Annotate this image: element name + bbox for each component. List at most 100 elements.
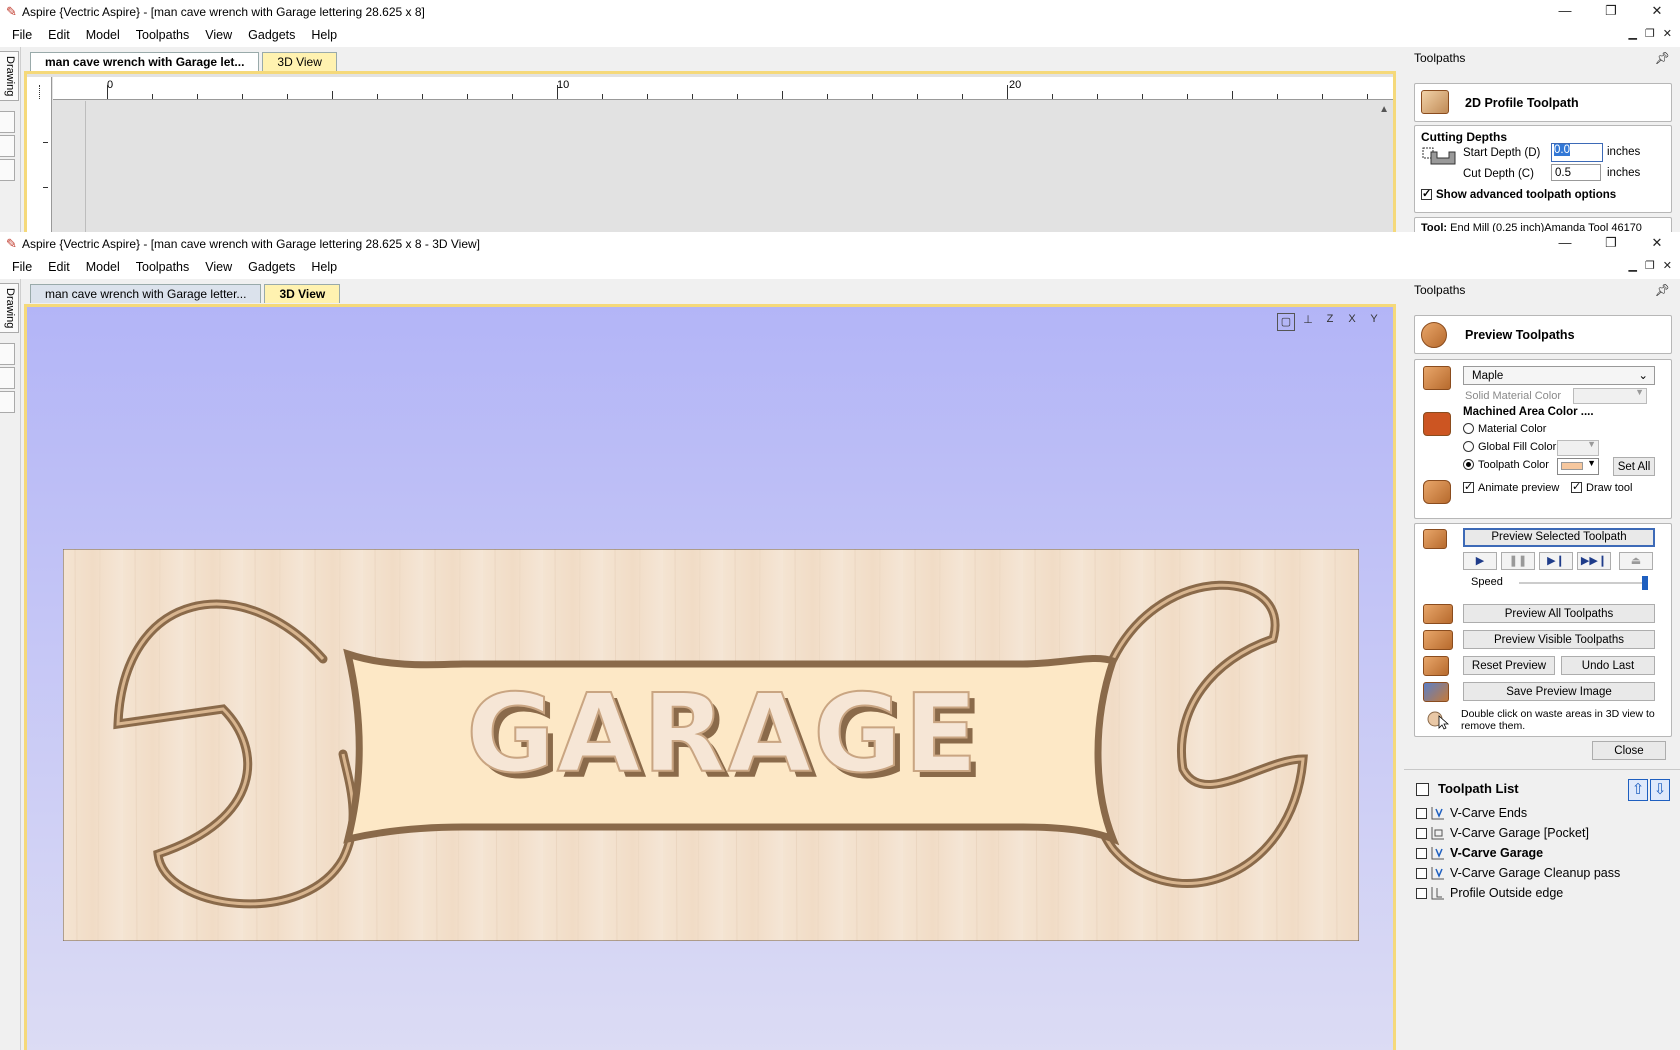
preview-selected-button[interactable]: Preview Selected Toolpath <box>1463 528 1655 547</box>
material-section: Maple ⌄ Solid Material Color ▼ Machined … <box>1414 359 1672 519</box>
checkbox-box[interactable] <box>1421 187 1432 200</box>
menu-file[interactable]: File <box>4 28 40 42</box>
save-preview-image-button[interactable]: Save Preview Image <box>1463 682 1655 701</box>
move-up-icon[interactable]: ⇧ <box>1628 779 1648 801</box>
zoom-fit-icon[interactable]: ▢ <box>1277 313 1295 331</box>
menu-model[interactable]: Model <box>78 260 128 274</box>
undo-last-button[interactable]: Undo Last <box>1561 656 1655 675</box>
dock-slot[interactable] <box>0 367 15 390</box>
mdi-minimize-button[interactable]: ▁ <box>1628 27 1636 40</box>
move-down-icon[interactable]: ⇩ <box>1650 779 1670 801</box>
maximize-button[interactable]: ❐ <box>1588 232 1634 255</box>
start-depth-input[interactable]: 0.0 <box>1551 143 1603 162</box>
menu-edit[interactable]: Edit <box>40 260 78 274</box>
toolpath-color-picker[interactable]: ▼ <box>1557 458 1599 475</box>
menu-edit[interactable]: Edit <box>40 28 78 42</box>
menu-model[interactable]: Model <box>78 28 128 42</box>
dock-slot[interactable] <box>0 391 15 414</box>
menu-file[interactable]: File <box>4 260 40 274</box>
dock-slot[interactable] <box>0 111 15 134</box>
mdi-close-button[interactable]: ✕ <box>1663 27 1672 40</box>
close-panel-button[interactable]: Close <box>1592 741 1666 760</box>
tool-row[interactable]: Tool: End Mill (0.25 inch)Amanda Tool 46… <box>1421 222 1642 232</box>
mdi-restore-button[interactable]: ❐ <box>1645 27 1655 40</box>
menu-toolpaths[interactable]: Toolpaths <box>128 260 198 274</box>
minimize-button[interactable]: — <box>1542 0 1588 23</box>
iso-view-icon[interactable]: ⊥ <box>1299 313 1317 331</box>
close-button[interactable]: ✕ <box>1634 0 1680 23</box>
toolpath-item-vcarve-ends[interactable]: V-Carve Ends <box>1416 805 1527 821</box>
preview-visible-button[interactable]: Preview Visible Toolpaths <box>1463 630 1655 649</box>
material-dropdown[interactable]: Maple ⌄ <box>1463 366 1655 385</box>
global-fill-picker[interactable]: ▼ <box>1557 439 1599 456</box>
toolpath-visibility-checkbox[interactable] <box>1416 827 1427 839</box>
pin-icon[interactable]: 📌︎ <box>1655 283 1670 297</box>
toolpath-item-vcarve-garage-pocket[interactable]: V-Carve Garage [Pocket] <box>1416 825 1589 841</box>
toolpath-color-radio[interactable]: Toolpath Color <box>1463 459 1549 471</box>
speed-slider-thumb[interactable] <box>1642 576 1648 590</box>
radio-button[interactable] <box>1463 423 1474 434</box>
dock-slot[interactable] <box>0 135 15 158</box>
toolpath-visibility-checkbox[interactable] <box>1416 807 1427 819</box>
maximize-button[interactable]: ❐ <box>1588 0 1634 23</box>
ruler-tick <box>962 94 963 99</box>
preview-all-button[interactable]: Preview All Toolpaths <box>1463 604 1655 623</box>
menu-gadgets[interactable]: Gadgets <box>240 260 303 274</box>
menu-view[interactable]: View <box>197 28 240 42</box>
minimize-button[interactable]: — <box>1542 232 1588 255</box>
tab-2d-document[interactable]: man cave wrench with Garage letter... <box>30 284 262 303</box>
checkbox-box[interactable] <box>1463 480 1474 493</box>
tab-3d-view[interactable]: 3D View <box>262 52 337 71</box>
toolpath-visibility-checkbox[interactable] <box>1416 867 1427 879</box>
menu-gadgets[interactable]: Gadgets <box>240 28 303 42</box>
draw-tool-checkbox[interactable]: Draw tool <box>1571 480 1632 494</box>
toolpath-visibility-checkbox[interactable] <box>1416 887 1427 899</box>
dock-slot[interactable] <box>0 159 15 182</box>
stop-icon[interactable]: ⏏ <box>1619 552 1653 570</box>
animate-preview-checkbox[interactable]: Animate preview <box>1463 480 1559 494</box>
tab-3d-view[interactable]: 3D View <box>264 284 341 303</box>
solid-color-picker[interactable]: ▼ <box>1573 387 1647 404</box>
material-color-radio[interactable]: Material Color <box>1463 423 1546 435</box>
3d-view-canvas[interactable]: ▢ ⊥ Z X Y GARAGE GARAGE <box>27 307 1393 1050</box>
step-forward-icon[interactable]: ▶❙ <box>1539 552 1573 570</box>
menu-help[interactable]: Help <box>303 260 345 274</box>
radio-button[interactable] <box>1463 441 1474 452</box>
menu-toolpaths[interactable]: Toolpaths <box>128 28 198 42</box>
mdi-minimize-button[interactable]: ▁ <box>1628 259 1636 272</box>
cut-depth-input[interactable]: 0.5 <box>1551 164 1601 181</box>
select-all-checkbox[interactable] <box>1416 783 1429 796</box>
play-icon[interactable]: ▶ <box>1463 552 1497 570</box>
drawing-tab[interactable]: Drawing <box>0 51 19 102</box>
toolpath-item-cleanup-pass[interactable]: V-Carve Garage Cleanup pass <box>1416 865 1620 881</box>
menu-view[interactable]: View <box>197 260 240 274</box>
scroll-up-icon[interactable]: ▲ <box>1379 104 1389 115</box>
x-view-icon[interactable]: X <box>1343 313 1361 331</box>
fast-forward-icon[interactable]: ▶▶❙ <box>1577 552 1611 570</box>
dock-slot[interactable] <box>0 343 15 366</box>
reset-preview-button[interactable]: Reset Preview <box>1463 656 1555 675</box>
color-swatch <box>1561 462 1583 470</box>
garage-lettering: GARAGE <box>466 672 979 797</box>
mdi-restore-button[interactable]: ❐ <box>1645 259 1655 272</box>
pause-icon[interactable]: ❚❚ <box>1501 552 1535 570</box>
checkbox-box[interactable] <box>1571 480 1582 493</box>
2d-drawing-area[interactable]: 0 10 20 ▲ <box>27 74 1393 232</box>
set-all-button[interactable]: Set All <box>1613 457 1655 476</box>
y-view-icon[interactable]: Y <box>1365 313 1383 331</box>
toolpath-item-label: Profile Outside edge <box>1450 886 1564 900</box>
mdi-close-button[interactable]: ✕ <box>1663 259 1672 272</box>
radio-button[interactable] <box>1463 459 1474 470</box>
toolpath-item-profile-outside[interactable]: Profile Outside edge <box>1416 885 1563 901</box>
z-view-icon[interactable]: Z <box>1321 313 1339 331</box>
menu-help[interactable]: Help <box>303 28 345 42</box>
drawing-tab[interactable]: Drawing <box>0 283 19 334</box>
close-button[interactable]: ✕ <box>1634 232 1680 255</box>
advanced-options-checkbox[interactable]: Show advanced toolpath options <box>1421 187 1616 201</box>
toolpath-visibility-checkbox[interactable] <box>1416 847 1427 859</box>
global-fill-radio[interactable]: Global Fill Color <box>1463 441 1556 453</box>
pin-icon[interactable]: 📌︎ <box>1655 51 1670 65</box>
speed-slider-track[interactable] <box>1519 582 1645 584</box>
tab-2d-document[interactable]: man cave wrench with Garage let... <box>30 52 260 71</box>
toolpath-item-vcarve-garage[interactable]: V-Carve Garage <box>1416 845 1543 861</box>
